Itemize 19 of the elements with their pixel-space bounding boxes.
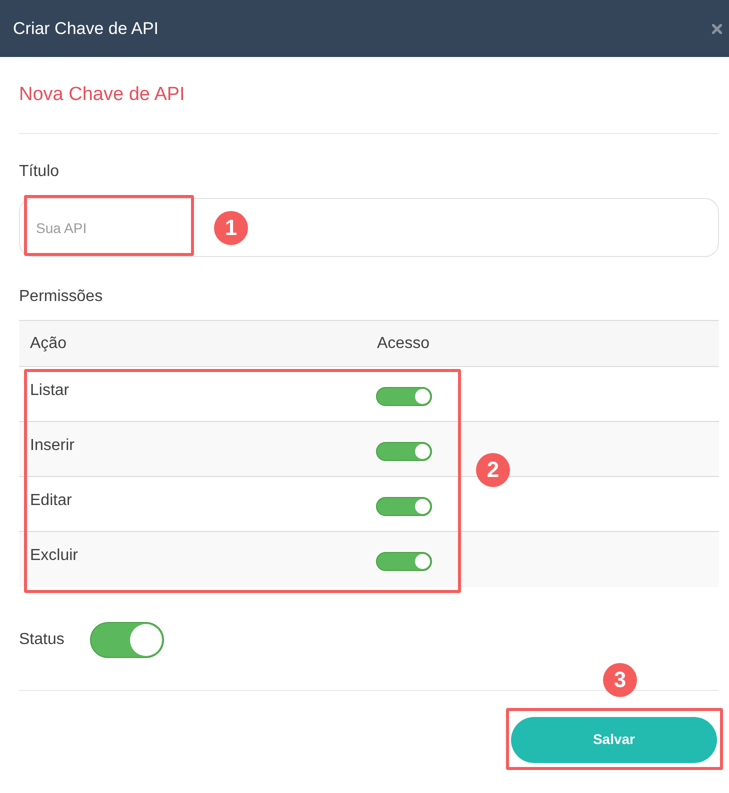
table-cell-text: Excluir <box>30 546 78 566</box>
table-cell-text: Editar <box>30 491 72 511</box>
field-label: Permissões <box>19 287 104 307</box>
close-icon[interactable] <box>712 24 722 34</box>
toggle-switch[interactable] <box>376 442 432 461</box>
toggle-switch[interactable] <box>90 622 164 658</box>
field-label: Status <box>19 630 66 650</box>
modal-title: Criar Chave de API <box>13 18 159 40</box>
table-cell-text: Listar <box>30 381 70 401</box>
field-label: Título <box>19 162 60 182</box>
column-header: Acesso <box>366 320 719 366</box>
toggle-switch[interactable] <box>376 387 432 406</box>
toggle-switch[interactable] <box>376 497 432 516</box>
save-button[interactable]: Salvar <box>511 716 717 762</box>
callout-number: 3 <box>603 663 637 697</box>
toggle-switch[interactable] <box>376 552 432 571</box>
table-cell-text: Inserir <box>30 436 74 456</box>
section-title: Nova Chave de API <box>19 82 185 107</box>
column-header: Ação <box>19 320 366 366</box>
